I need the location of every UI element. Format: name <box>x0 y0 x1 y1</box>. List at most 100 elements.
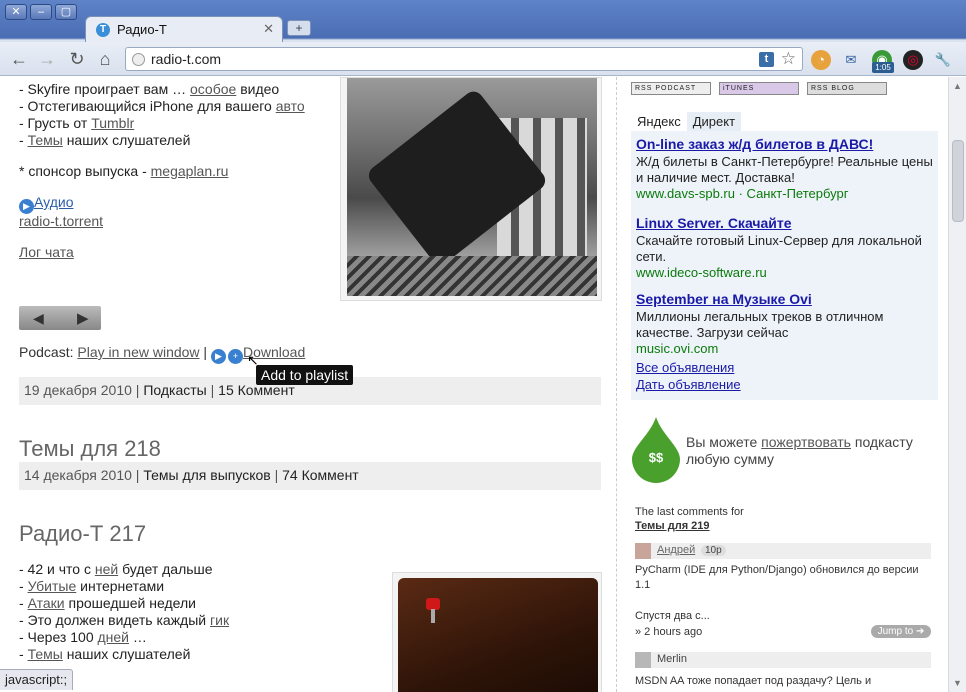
comment-header: Андрей 10p <box>635 543 931 559</box>
globe-icon <box>132 53 145 66</box>
topic-link[interactable]: Темы <box>28 132 63 148</box>
forward-button[interactable]: → <box>36 48 58 70</box>
new-tab-button[interactable]: + <box>287 20 311 36</box>
comment-text-continued: Спустя два с... <box>635 610 710 622</box>
last-comments-topic[interactable]: Темы для 219 <box>635 520 710 532</box>
ad-block: On-line заказ ж/д билетов в ДАВС! Ж/д би… <box>631 131 938 400</box>
donate-symbol: $$ <box>649 450 664 465</box>
audio-link[interactable]: Аудио <box>34 194 74 210</box>
bookmark-star-icon[interactable]: ☆ <box>781 49 796 69</box>
sponsor-line: * спонсор выпуска - megaplan.ru <box>19 163 229 179</box>
sponsor-link[interactable]: megaplan.ru <box>151 163 229 179</box>
topic-line: - Темы наших слушателей <box>19 132 191 148</box>
scroll-up-icon[interactable]: ▲ <box>953 81 962 91</box>
post3-title[interactable]: Радио-Т 217 <box>19 521 146 547</box>
donate-drop-icon[interactable]: $$ <box>632 417 680 483</box>
scrollbar[interactable]: ▲ ▼ <box>948 77 966 692</box>
rss-blog-button[interactable]: RSS BLOG <box>807 82 887 95</box>
chat-log-link[interactable]: Лог чата <box>19 244 74 260</box>
topic-link[interactable]: особое <box>190 81 236 97</box>
rss-podcast-button[interactable]: RSS PODCAST <box>631 82 711 95</box>
sidebar: RSS PODCAST iTUNES RSS BLOG Яндекс Дирек… <box>616 77 948 692</box>
comment-header: Merlin <box>635 652 931 668</box>
window-controls: ✕ – ▢ <box>5 4 77 20</box>
minimize-window-button[interactable]: – <box>30 4 52 20</box>
scroll-thumb[interactable] <box>952 140 964 222</box>
tab-close-icon[interactable]: ✕ <box>263 21 274 37</box>
topic-link[interactable]: авто <box>276 98 305 114</box>
ad-item: September на Музыке Ovi Миллионы легальн… <box>636 291 936 356</box>
wrench-icon[interactable]: 🔧 <box>933 50 953 70</box>
add-to-playlist-icon[interactable]: + <box>227 349 243 364</box>
comment-author[interactable]: Андрей <box>657 544 695 556</box>
tab-title: Радио-Т <box>117 22 167 37</box>
tooltip: Add to playlist <box>256 365 354 385</box>
category-link[interactable]: Подкасты <box>143 382 206 398</box>
comment-author[interactable]: Merlin <box>657 653 687 665</box>
all-ads-link[interactable]: Все объявления <box>636 360 734 375</box>
page-content: - Skyfire проиграет вам … особое видео - … <box>0 77 948 692</box>
post2-title[interactable]: Темы для 218 <box>19 436 161 462</box>
mouse-cursor-icon: ↖ <box>247 352 259 368</box>
color-picker-icon[interactable]: ◎ <box>903 50 923 70</box>
tab-direct[interactable]: Директ <box>686 112 742 131</box>
address-bar[interactable]: radio-t.com t ☆ <box>125 47 803 71</box>
tab-radio-t[interactable]: T Радио-Т ✕ <box>85 16 283 42</box>
category-link[interactable]: Темы для выпусков <box>143 467 270 483</box>
donate-text: Вы можете пожертвовать подкасту любую су… <box>686 434 913 467</box>
reload-button[interactable]: ↻ <box>66 48 88 70</box>
torrent-link[interactable]: radio-t.torrent <box>19 213 103 229</box>
comment-text: PyCharm (IDE для Python/Django) обновилс… <box>635 564 919 591</box>
play-new-window-link[interactable]: Play in new window <box>77 344 199 360</box>
browser-chrome: ✕ – ▢ T Радио-Т ✕ + ← → ↻ ⌂ radio-t.com … <box>0 0 966 76</box>
scroll-down-icon[interactable]: ▼ <box>953 678 962 688</box>
avatar <box>635 652 651 668</box>
home-button[interactable]: ⌂ <box>94 48 116 70</box>
audio-line: ▶ Аудио <box>19 194 74 214</box>
tab-yandex[interactable]: Яндекс <box>631 112 687 131</box>
comment-text: MSDN AA тоже попадает под раздачу? Цель … <box>635 675 872 687</box>
give-ad-link[interactable]: Дать объявление <box>636 377 741 392</box>
audio-play-icon[interactable]: ▶ <box>19 199 34 214</box>
maximize-window-button[interactable]: ▢ <box>55 4 77 20</box>
points-badge: 10p <box>701 545 726 556</box>
topic-line: - Это должен видеть каждый гик <box>19 612 230 628</box>
topic-link[interactable]: гик <box>210 612 229 628</box>
topic-link[interactable]: Темы <box>28 646 63 662</box>
topic-line: - Через 100 дней … <box>19 629 147 645</box>
comments-link[interactable]: 74 Коммент <box>282 467 359 483</box>
topic-link[interactable]: Атаки <box>28 595 65 611</box>
play-icon-small[interactable]: ▶ <box>210 349 226 364</box>
itunes-button[interactable]: iTUNES <box>719 82 799 95</box>
toolbar: ← → ↻ ⌂ radio-t.com t ☆ ◔ ✉ ◉ ◎ 🔧 <box>0 42 966 76</box>
last-comments-label: The last comments for <box>635 506 744 518</box>
red-button-image <box>392 572 602 692</box>
close-window-button[interactable]: ✕ <box>5 4 27 20</box>
url-text: radio-t.com <box>151 51 222 67</box>
mail-icon[interactable]: ✉ <box>841 50 861 70</box>
topic-line: - Грусть от Tumblr <box>19 115 135 131</box>
back-button[interactable]: ← <box>8 48 30 70</box>
audio-player[interactable]: ◀ ▶ <box>19 306 101 330</box>
play-icon[interactable]: ▶ <box>77 309 89 327</box>
topic-link[interactable]: ней <box>95 561 118 577</box>
ad-title[interactable]: Linux Server. Скачайте <box>636 215 936 231</box>
volume-icon[interactable]: ◀ <box>33 310 44 327</box>
donate-link[interactable]: пожертвовать <box>761 434 851 450</box>
jump-to-button[interactable]: Jump to ➔ <box>871 625 931 638</box>
post2-meta: 14 декабря 2010 | Темы для выпусков | 74… <box>19 462 601 490</box>
topic-link[interactable]: Tumblr <box>91 115 134 131</box>
topic-line: - 42 и что с ней будет дальше <box>19 561 213 577</box>
avatar <box>635 543 651 559</box>
topic-line: - Атаки прошедшей недели <box>19 595 196 611</box>
train-wreck-image <box>340 77 602 301</box>
ad-item: On-line заказ ж/д билетов в ДАВС! Ж/д би… <box>636 136 936 201</box>
topic-link[interactable]: дней <box>98 629 130 645</box>
ad-title[interactable]: On-line заказ ж/д билетов в ДАВС! <box>636 136 936 152</box>
podcast-line: Podcast: Play in new window | ▶ + Download <box>19 344 305 364</box>
topic-link[interactable]: Убитые <box>28 578 77 594</box>
favicon-icon: T <box>96 23 110 37</box>
ad-title[interactable]: September на Музыке Ovi <box>636 291 936 307</box>
extension-icon-1[interactable]: ◔ <box>811 50 831 70</box>
tumblr-icon[interactable]: t <box>759 52 774 67</box>
